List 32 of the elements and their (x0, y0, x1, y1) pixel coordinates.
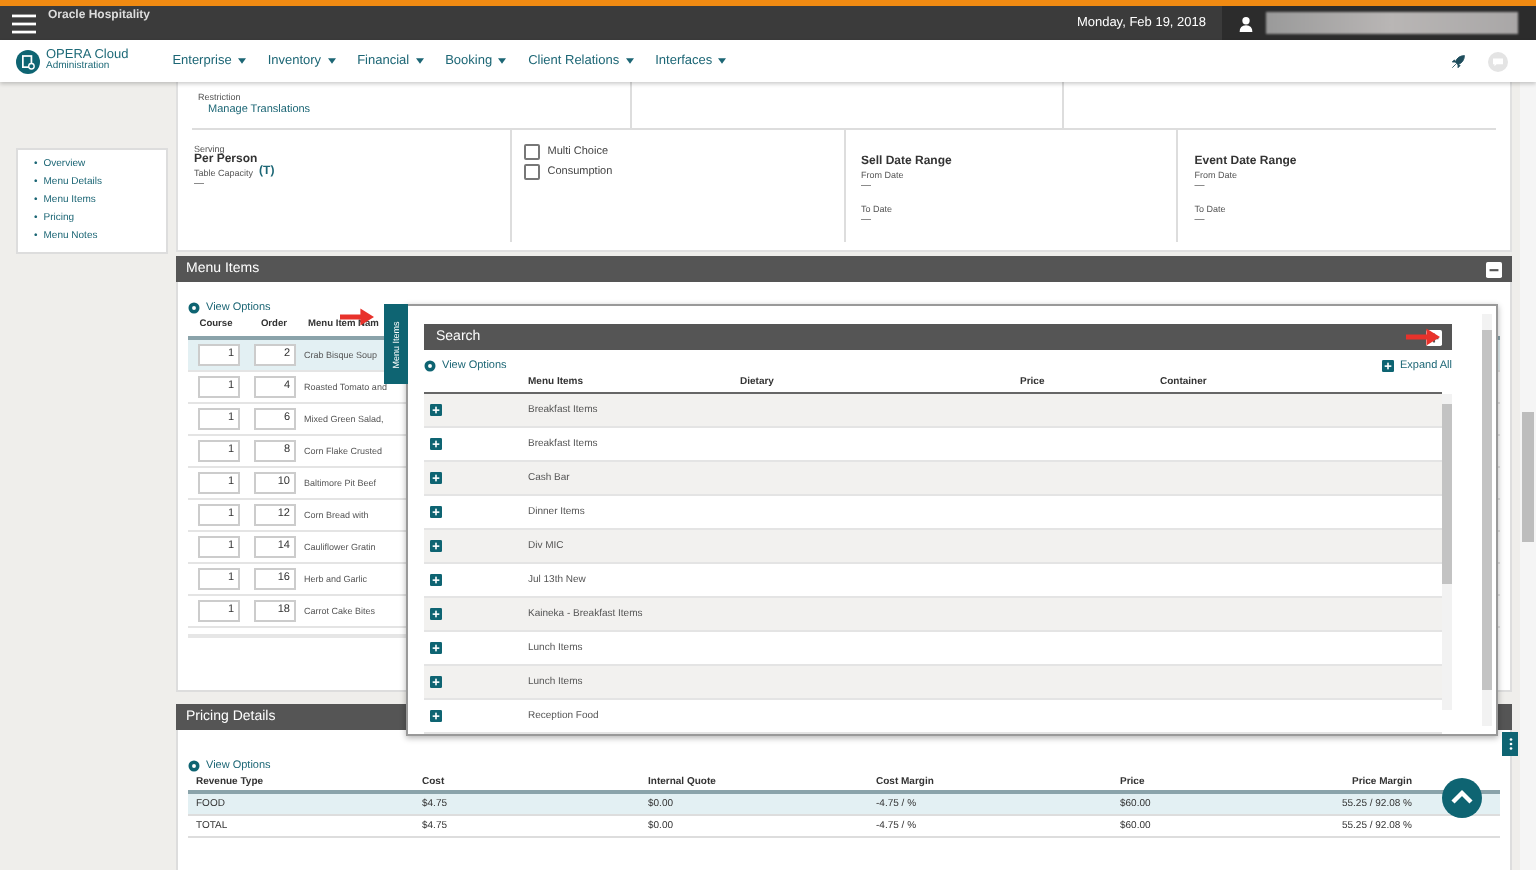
app-logo-icon (16, 49, 40, 73)
expand-row-icon[interactable] (430, 472, 442, 484)
expand-icon[interactable] (1382, 360, 1394, 372)
expand-row-icon[interactable] (430, 540, 442, 552)
caret-icon (237, 58, 246, 64)
gear-icon[interactable] (188, 302, 200, 314)
user-icon[interactable] (1238, 15, 1254, 31)
expand-row-icon[interactable] (430, 574, 442, 586)
expand-row-icon[interactable] (430, 676, 442, 688)
scrollbar-thumb[interactable] (1522, 412, 1534, 542)
collapse-icon[interactable] (1486, 261, 1502, 277)
menu-icon[interactable] (12, 13, 36, 33)
gear-icon[interactable] (188, 760, 200, 772)
expand-row-icon[interactable] (430, 506, 442, 518)
scroll-top-button[interactable] (1442, 778, 1482, 818)
expand-row-icon[interactable] (430, 404, 442, 416)
checkbox[interactable] (523, 144, 540, 160)
gear-icon[interactable] (424, 360, 436, 372)
caret-icon (498, 58, 507, 64)
rocket-icon[interactable] (1448, 51, 1468, 71)
caret-icon (415, 58, 424, 64)
expand-row-icon[interactable] (430, 608, 442, 620)
caret-icon (625, 58, 634, 64)
caret-icon (718, 58, 727, 64)
caret-icon (327, 58, 336, 64)
expand-row-icon[interactable] (430, 438, 442, 450)
side-handle[interactable] (1502, 732, 1518, 756)
expand-row-icon[interactable] (430, 710, 442, 722)
scrollbar-thumb[interactable] (1442, 404, 1452, 584)
scrollbar-thumb[interactable] (1482, 330, 1492, 690)
checkbox[interactable] (523, 164, 540, 180)
expand-row-icon[interactable] (430, 642, 442, 654)
